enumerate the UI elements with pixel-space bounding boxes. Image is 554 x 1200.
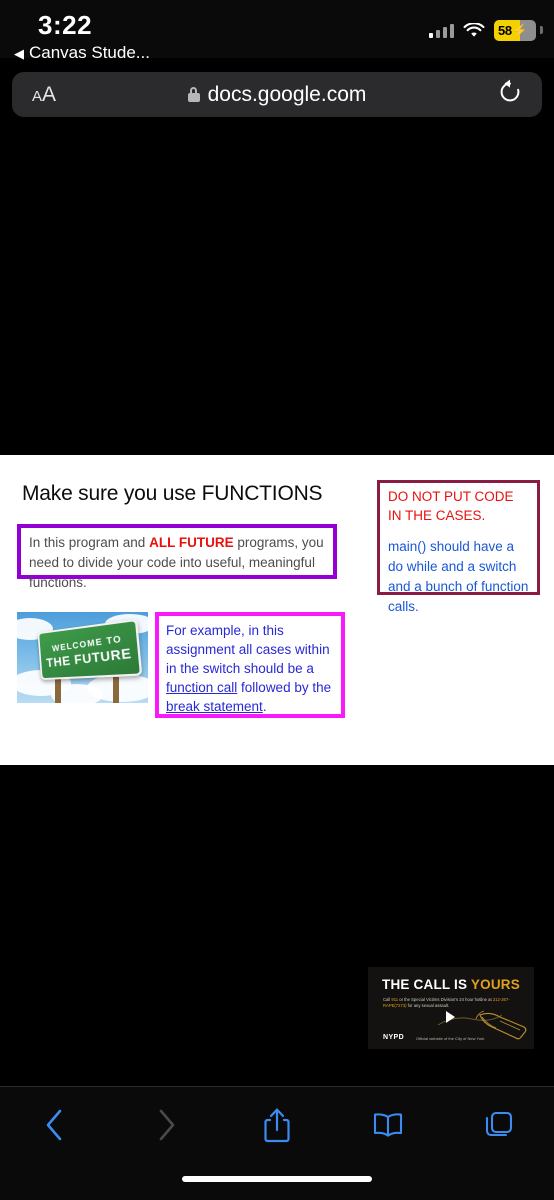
purple-callout-text: In this program and ALL FUTURE programs,… bbox=[29, 533, 326, 593]
home-indicator bbox=[182, 1176, 372, 1182]
chevron-left-icon bbox=[47, 1109, 62, 1141]
document-slide: Make sure you use FUNCTIONS In this prog… bbox=[0, 455, 554, 1049]
tabs-icon bbox=[485, 1111, 512, 1137]
browser-toolbar bbox=[0, 1086, 554, 1200]
magenta-link-1[interactable]: function call bbox=[166, 680, 237, 695]
nypd-headline: THE CALL IS YOURS bbox=[382, 977, 520, 992]
nypd-subtext: Call 911 or the Special Victims Division… bbox=[383, 997, 513, 1009]
magenta-callout-box: For example, in this assignment all case… bbox=[155, 612, 345, 718]
back-button[interactable] bbox=[0, 1108, 111, 1142]
nypd-subtext-2: or the Special Victims Division's 24 hou… bbox=[398, 997, 493, 1002]
darkred-keyword-do-while: do while bbox=[388, 559, 438, 574]
darkred-body-4: . bbox=[415, 599, 419, 614]
darkred-callout-box: DO NOT PUT CODE IN THE CASES. main() sho… bbox=[377, 480, 540, 614]
forward-button[interactable] bbox=[111, 1108, 222, 1142]
magenta-text-middle: followed by the bbox=[237, 680, 332, 695]
magenta-callout-text: For example, in this assignment all case… bbox=[166, 621, 335, 716]
darkred-body-2: and a bbox=[437, 559, 479, 574]
purple-text-before: In this program and bbox=[29, 535, 150, 550]
share-button[interactable] bbox=[222, 1106, 333, 1144]
magenta-text-start: For example, in this assignment all case… bbox=[166, 623, 330, 676]
sign-post bbox=[113, 677, 119, 703]
battery-percent: 58 bbox=[498, 23, 512, 38]
url-text: docs.google.com bbox=[207, 82, 367, 106]
toolbar-icons bbox=[0, 1095, 554, 1155]
play-button-icon[interactable] bbox=[446, 1011, 455, 1023]
tabs-button[interactable] bbox=[443, 1109, 554, 1141]
darkred-body-1: main() should have a bbox=[388, 539, 515, 554]
bookmarks-button[interactable] bbox=[332, 1111, 443, 1139]
status-indicators: 58 ⚡ bbox=[428, 20, 536, 41]
welcome-to-the-future-sign-image: WELCOME TO THE FUTURE bbox=[17, 612, 148, 703]
battery-icon: 58 ⚡ bbox=[494, 20, 536, 41]
nypd-the-call-is-yours-banner: THE CALL IS YOURS Call 911 or the Specia… bbox=[368, 967, 534, 1049]
book-icon bbox=[373, 1113, 402, 1137]
nypd-logo-subtext: Official website of the City of New York bbox=[416, 1036, 485, 1041]
magenta-text-end: . bbox=[262, 699, 267, 714]
browser-window: 3:22 58 ⚡ ◀ Canvas Stude... AA docs.goog… bbox=[0, 0, 554, 1200]
wifi-icon bbox=[463, 21, 485, 39]
back-caret-icon: ◀ bbox=[14, 45, 24, 61]
battery-cap bbox=[540, 26, 543, 34]
cellular-signal-icon bbox=[428, 23, 454, 38]
url-display[interactable]: docs.google.com bbox=[12, 83, 542, 107]
share-icon bbox=[264, 1108, 290, 1143]
chevron-right-icon bbox=[159, 1109, 175, 1141]
purple-emphasis: ALL FUTURE bbox=[149, 535, 234, 550]
nypd-logo: NYPD bbox=[383, 1034, 405, 1041]
reload-icon[interactable] bbox=[498, 79, 522, 110]
darkred-heading: DO NOT PUT CODE IN THE CASES. bbox=[388, 489, 514, 523]
back-to-app-label: Canvas Stude... bbox=[29, 43, 150, 62]
charging-bolt-icon: ⚡ bbox=[511, 22, 529, 38]
lock-icon bbox=[187, 87, 200, 102]
nypd-headline-part-2: YOURS bbox=[470, 977, 520, 992]
purple-callout-box: In this program and ALL FUTURE programs,… bbox=[17, 524, 337, 590]
nypd-headline-part-1: THE CALL IS bbox=[382, 977, 471, 992]
status-time: 3:22 bbox=[38, 10, 93, 40]
magenta-link-2[interactable]: break statement bbox=[166, 699, 263, 714]
darkred-keyword-switch: switch bbox=[478, 559, 517, 574]
address-bar[interactable]: AA docs.google.com bbox=[12, 72, 542, 117]
darkred-body: main() should have a do while and a swit… bbox=[388, 537, 530, 617]
back-to-app-link[interactable]: ◀ Canvas Stude... bbox=[0, 40, 554, 66]
nypd-subtext-3: for any sexual assault. bbox=[406, 1003, 450, 1008]
web-content[interactable]: Make sure you use FUNCTIONS In this prog… bbox=[0, 126, 554, 1086]
page-title: Make sure you use FUNCTIONS bbox=[22, 482, 323, 505]
sign-post bbox=[55, 677, 61, 703]
darkred-body-3: and a bunch of bbox=[388, 579, 482, 594]
